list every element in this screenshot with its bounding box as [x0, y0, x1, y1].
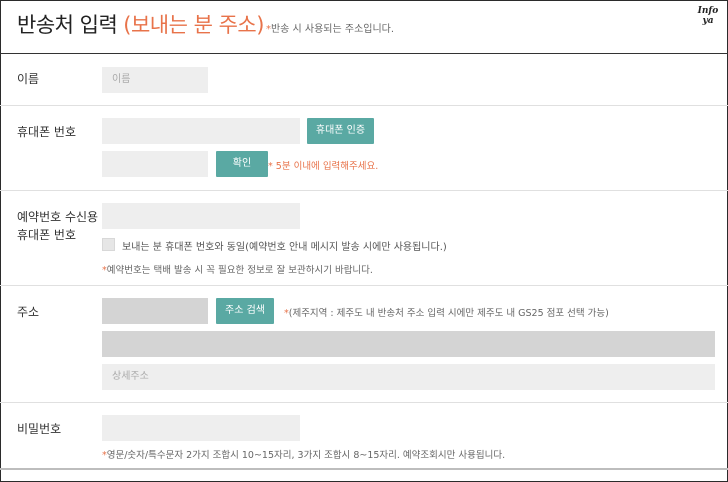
password-note-text: 영문/숫자/특수문자 2가지 조합시 10~15자리, 3가지 조합시 8~15… [106, 450, 506, 461]
row-divider [0, 285, 728, 286]
booking-phone-input[interactable] [102, 203, 300, 229]
address-search-button[interactable]: 주소 검색 [216, 298, 274, 324]
title-note-text: 반송 시 사용되는 주소입니다. [270, 24, 395, 35]
phone-label: 휴대폰 번호 [17, 125, 77, 139]
same-phone-checkbox-label[interactable]: 보내는 분 휴대폰 번호와 동일(예약번호 안내 메시지 발송 시에만 사용됩니… [122, 238, 447, 253]
footer-divider [0, 468, 728, 470]
name-label: 이름 [17, 72, 40, 86]
booking-phone-note-text: 예약번호는 택배 발송 시 꼭 필요한 정보로 잘 보관하시기 바랍니다. [106, 265, 373, 276]
infoya-logo-line2: ya [702, 16, 714, 26]
timer-note: * 5분 이내에 입력해주세요. [268, 161, 379, 172]
row-divider [0, 190, 728, 191]
infoya-logo: Info ya [696, 6, 720, 26]
name-input[interactable]: 이름 [102, 67, 208, 93]
jeju-note-text: (제주지역 : 제주도 내 반송처 주소 입력 시에만 제주도 내 GS25 점… [288, 308, 609, 319]
page-title: 반송처 입력 (보내는 분 주소) *반송 시 사용되는 주소입니다. [17, 9, 394, 43]
password-note: *영문/숫자/특수문자 2가지 조합시 10~15자리, 3가지 조합시 8~1… [102, 447, 505, 461]
jeju-address-note: *(제주지역 : 제주도 내 반송처 주소 입력 시에만 제주도 내 GS25 … [284, 305, 609, 319]
password-label: 비밀번호 [17, 422, 62, 436]
infoya-logo-line1: Info [697, 6, 719, 16]
row-divider [0, 402, 728, 403]
title-note: *반송 시 사용되는 주소입니다. [266, 24, 394, 35]
verification-code-input[interactable] [102, 151, 208, 177]
phone-input[interactable] [102, 118, 300, 144]
phone-verify-button[interactable]: 휴대폰 인증 [307, 118, 374, 144]
zipcode-field [102, 298, 208, 324]
row-divider [0, 105, 728, 106]
detail-address-input[interactable]: 상세주소 [102, 364, 715, 390]
title-accent-text: (보내는 분 주소) [123, 13, 264, 37]
title-text: 반송처 입력 [17, 13, 118, 37]
booking-phone-note: *예약번호는 택배 발송 시 꼭 필요한 정보로 잘 보관하시기 바랍니다. [102, 262, 373, 276]
address-label: 주소 [17, 305, 40, 319]
same-phone-checkbox[interactable] [102, 238, 115, 251]
confirm-button[interactable]: 확인 [216, 151, 268, 177]
booking-phone-label-line2: 휴대폰 번호 [17, 228, 77, 242]
password-input[interactable] [102, 415, 300, 441]
booking-phone-label-line1: 예약번호 수신용 [17, 210, 99, 224]
header-divider [0, 53, 728, 54]
base-address-field [102, 331, 715, 357]
